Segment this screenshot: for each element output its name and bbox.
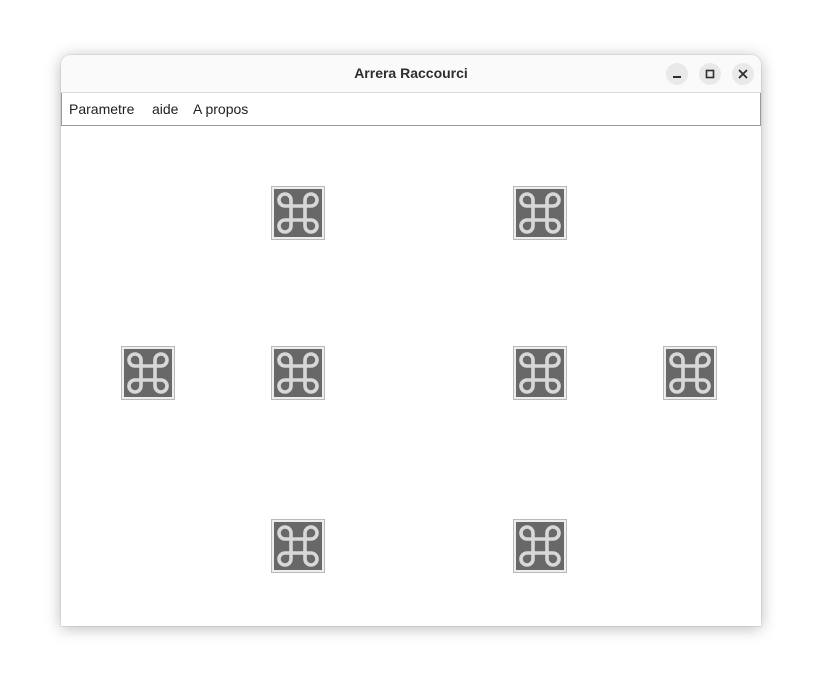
shortcut-button-8[interactable] — [513, 519, 567, 573]
maximize-icon — [705, 69, 715, 79]
close-button[interactable] — [732, 63, 754, 85]
command-key-icon — [519, 192, 561, 234]
menu-a-propos[interactable]: A propos — [193, 93, 248, 125]
command-key-icon — [127, 352, 169, 394]
command-key-icon — [277, 525, 319, 567]
close-icon — [738, 69, 748, 79]
maximize-button[interactable] — [699, 63, 721, 85]
command-key-icon — [669, 352, 711, 394]
shortcut-button-7[interactable] — [271, 519, 325, 573]
command-key-icon — [519, 525, 561, 567]
app-window: Arrera Raccourci Parametre aide A propos — [61, 55, 761, 626]
menu-bar: Parametre aide A propos — [61, 93, 761, 126]
shortcut-grid — [61, 126, 761, 626]
command-key-icon — [277, 352, 319, 394]
title-bar[interactable]: Arrera Raccourci — [61, 55, 761, 93]
shortcut-button-2[interactable] — [513, 186, 567, 240]
command-key-icon — [519, 352, 561, 394]
shortcut-button-4[interactable] — [271, 346, 325, 400]
minimize-button[interactable] — [666, 63, 688, 85]
shortcut-button-6[interactable] — [663, 346, 717, 400]
window-title: Arrera Raccourci — [354, 65, 468, 81]
command-key-icon — [277, 192, 319, 234]
shortcut-button-5[interactable] — [513, 346, 567, 400]
menu-aide[interactable]: aide — [152, 93, 178, 125]
minimize-icon — [673, 76, 681, 78]
shortcut-button-3[interactable] — [121, 346, 175, 400]
shortcut-button-1[interactable] — [271, 186, 325, 240]
menu-parametre[interactable]: Parametre — [69, 93, 134, 125]
